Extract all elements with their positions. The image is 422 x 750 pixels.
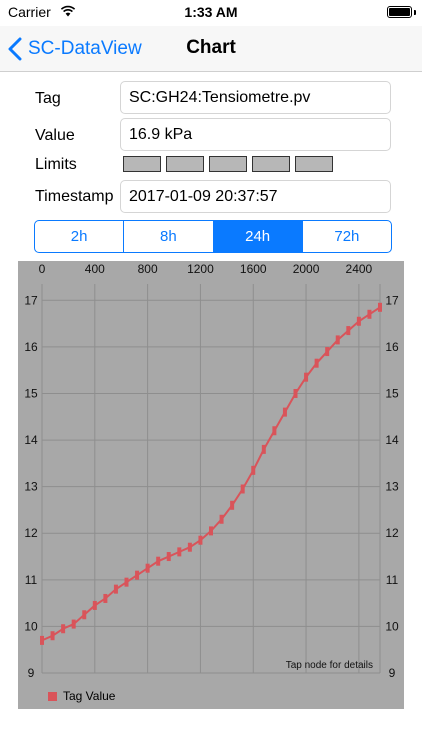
- chart-annotation: Tap node for details: [286, 660, 373, 671]
- y-tick-label-left: 10: [24, 619, 38, 633]
- y-tick-label-right: 12: [385, 526, 399, 540]
- y-tick-label-left: 14: [24, 433, 38, 447]
- y-tick-label-left: 17: [24, 293, 38, 307]
- data-point[interactable]: [187, 542, 192, 552]
- data-point[interactable]: [356, 316, 361, 326]
- limits-label: Limits: [35, 156, 77, 173]
- chart-area[interactable]: 0 400 800 1200 1600 2000 2400 9 9 10 10 11 11 12 12 13 1…: [18, 261, 404, 709]
- data-point[interactable]: [198, 535, 203, 545]
- data-point[interactable]: [71, 619, 76, 629]
- timestamp-field[interactable]: 2017-01-09 20:37:57: [120, 180, 391, 213]
- data-point[interactable]: [293, 388, 298, 398]
- segment-8h[interactable]: 8h: [124, 221, 214, 252]
- y-tick-label-right: 9: [389, 666, 396, 680]
- data-point[interactable]: [135, 570, 140, 580]
- limit-indicator: [123, 156, 161, 172]
- data-point[interactable]: [156, 556, 161, 566]
- data-point[interactable]: [240, 484, 245, 494]
- y-tick-label-left: 16: [24, 340, 38, 354]
- battery-tip: [414, 10, 416, 15]
- data-point[interactable]: [209, 526, 213, 536]
- y-tick-label-right: 17: [385, 293, 399, 307]
- data-point[interactable]: [261, 444, 266, 454]
- y-tick-label-left: 13: [24, 480, 38, 494]
- data-point[interactable]: [40, 635, 44, 645]
- chart-series: [40, 302, 382, 645]
- data-point[interactable]: [367, 309, 372, 319]
- data-point[interactable]: [113, 584, 118, 594]
- y-tick-label-left: 12: [24, 526, 38, 540]
- data-point[interactable]: [304, 372, 309, 382]
- x-tick-label: 1200: [187, 262, 214, 276]
- value-field[interactable]: 16.9 kPa: [120, 118, 391, 151]
- y-tick-label-right: 13: [385, 480, 399, 494]
- data-point[interactable]: [82, 610, 87, 620]
- y-tick-label-right: 11: [386, 573, 399, 587]
- limit-indicator: [295, 156, 333, 172]
- data-point[interactable]: [314, 358, 319, 368]
- navigation-bar: SC-DataView Chart: [0, 26, 422, 72]
- x-tick-label: 800: [138, 262, 158, 276]
- limit-indicator: [252, 156, 290, 172]
- series-line: [41, 306, 381, 642]
- y-tick-label-left: 9: [28, 666, 35, 680]
- value-label: Value: [35, 127, 75, 144]
- x-tick-label: 0: [39, 262, 46, 276]
- data-point[interactable]: [61, 624, 66, 634]
- data-point[interactable]: [166, 552, 171, 562]
- y-tick-label-left: 11: [25, 573, 38, 587]
- tag-field[interactable]: SC:GH24:Tensiometre.pv: [120, 81, 391, 114]
- data-point[interactable]: [346, 326, 351, 336]
- data-point[interactable]: [50, 631, 55, 641]
- status-bar: Carrier 1:33 AM: [0, 0, 422, 26]
- data-point[interactable]: [92, 600, 97, 610]
- y-tick-label-right: 16: [385, 340, 399, 354]
- x-tick-label: 1600: [240, 262, 267, 276]
- data-point[interactable]: [378, 302, 382, 312]
- page-title: Chart: [186, 37, 236, 58]
- battery-icon: [387, 6, 412, 18]
- data-point[interactable]: [124, 577, 129, 587]
- chart-legend: Tag Value: [48, 689, 115, 703]
- limit-indicators: [123, 156, 333, 172]
- segment-72h[interactable]: 72h: [303, 221, 391, 252]
- y-tick-label-left: 15: [24, 386, 38, 400]
- x-tick-label: 400: [85, 262, 105, 276]
- line-chart[interactable]: 0 400 800 1200 1600 2000 2400 9 9 10 10 11 11 12 12 13 1…: [18, 261, 404, 709]
- x-tick-label: 2400: [346, 262, 373, 276]
- y-tick-label-right: 14: [385, 433, 399, 447]
- data-point[interactable]: [145, 563, 150, 573]
- segment-24h[interactable]: 24h: [213, 221, 303, 252]
- data-point[interactable]: [103, 593, 108, 603]
- legend-label: Tag Value: [63, 689, 116, 703]
- limit-indicator: [166, 156, 204, 172]
- segment-2h[interactable]: 2h: [35, 221, 125, 252]
- time-range-segmented-control: 2h 8h 24h 72h: [34, 220, 392, 253]
- limit-indicator: [209, 156, 247, 172]
- tag-label: Tag: [35, 90, 61, 107]
- data-point[interactable]: [272, 426, 277, 436]
- data-point[interactable]: [251, 465, 256, 475]
- y-tick-label-right: 10: [385, 619, 399, 633]
- data-point[interactable]: [335, 335, 340, 345]
- chart-grid: [41, 284, 381, 674]
- data-point[interactable]: [282, 407, 287, 417]
- data-point[interactable]: [230, 500, 235, 510]
- data-point[interactable]: [219, 514, 224, 524]
- data-point[interactable]: [177, 547, 182, 557]
- data-point[interactable]: [325, 347, 330, 357]
- y-tick-label-right: 15: [385, 386, 399, 400]
- timestamp-label: Timestamp: [35, 188, 114, 205]
- x-tick-label: 2000: [293, 262, 320, 276]
- status-time: 1:33 AM: [184, 4, 238, 20]
- legend-swatch: [48, 691, 57, 701]
